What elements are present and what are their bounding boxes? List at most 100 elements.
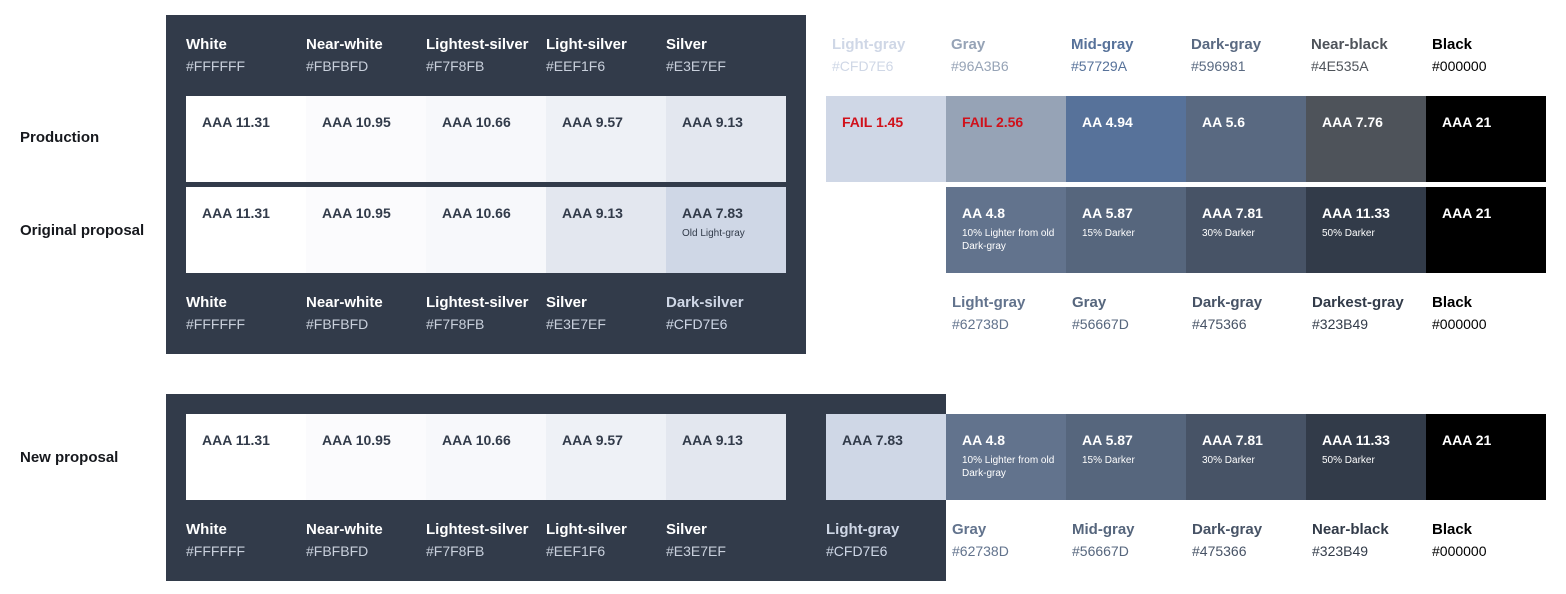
new-label-hex: #EEF1F6 (546, 543, 606, 559)
swatch-note: 15% Darker (1082, 455, 1135, 466)
production-label-hex: #EEF1F6 (546, 58, 606, 74)
new-label-hex: #62738D (952, 543, 1009, 559)
swatch-note: 30% Darker (1202, 228, 1255, 239)
new-label-hex: #000000 (1432, 543, 1487, 559)
new-label-name: White (186, 521, 227, 538)
new-label-name: Lightest-silver (426, 521, 529, 538)
new-swatch: AAA 7.81 30% Darker (1186, 414, 1306, 500)
production-label-name: Light-silver (546, 36, 627, 53)
swatch-note: Old Light-gray (682, 228, 745, 239)
production-label-hex: #000000 (1432, 58, 1487, 74)
production-label-name: Black (1432, 36, 1473, 53)
original-swatch: AAA 21 (1426, 187, 1546, 273)
original-label-hex: #FBFBFD (306, 316, 369, 332)
contrast-score: AAA 10.66 (442, 205, 511, 221)
production-swatch: AAA 21 (1426, 96, 1546, 182)
original-swatch: AAA 7.81 30% Darker (1186, 187, 1306, 273)
production-label-name: Mid-gray (1071, 36, 1134, 53)
new-swatch: AAA 11.33 50% Darker (1306, 414, 1426, 500)
new-swatch: AAA 9.13 (666, 414, 786, 500)
production-swatch: AAA 9.57 (546, 96, 666, 182)
contrast-score: AAA 21 (1442, 205, 1492, 221)
new-label-hex: #E3E7EF (666, 543, 726, 559)
production-swatch: AAA 10.66 (426, 96, 546, 182)
production-label-hex: #96A3B6 (951, 58, 1009, 74)
new-label-hex: #56667D (1072, 543, 1129, 559)
contrast-score: AAA 21 (1442, 432, 1492, 448)
original-label-name: Lightest-silver (426, 294, 529, 311)
original-label-name: Near-white (306, 294, 383, 311)
production-label-hex: #F7F8FB (426, 58, 485, 74)
contrast-score: AAA 10.66 (442, 114, 511, 130)
new-label-name: Light-gray (826, 521, 900, 538)
contrast-score: AAA 7.81 (1202, 432, 1263, 448)
production-swatch: AA 4.94 (1066, 96, 1186, 182)
production-swatch: FAIL 2.56 (946, 96, 1066, 182)
new-label-name: Mid-gray (1072, 521, 1135, 538)
contrast-score: AAA 10.95 (322, 114, 391, 130)
new-swatch: AAA 21 (1426, 414, 1546, 500)
production-label-hex: #FFFFFF (186, 58, 246, 74)
contrast-score: AAA 9.57 (562, 432, 623, 448)
production-swatch: AAA 10.95 (306, 96, 426, 182)
contrast-score: AAA 10.95 (322, 205, 391, 221)
new-label-hex: #FBFBFD (306, 543, 369, 559)
contrast-score: FAIL 2.56 (962, 114, 1024, 130)
swatch-note: 10% Lighter from old Dark-gray (962, 455, 1055, 479)
new-label-hex: #F7F8FB (426, 543, 485, 559)
row-label-new-proposal: New proposal (20, 449, 119, 466)
production-label-hex: #57729A (1071, 58, 1128, 74)
original-swatch: AAA 11.31 (186, 187, 306, 273)
new-label-name: Black (1432, 521, 1473, 538)
new-swatch: AAA 9.57 (546, 414, 666, 500)
production-swatch: AAA 7.76 (1306, 96, 1426, 182)
original-label-name: Dark-silver (666, 294, 744, 311)
new-label-name: Dark-gray (1192, 521, 1263, 538)
new-label-name: Near-white (306, 521, 383, 538)
swatch-note: 30% Darker (1202, 455, 1255, 466)
original-swatch: AAA 11.33 50% Darker (1306, 187, 1426, 273)
new-label-name: Near-black (1312, 521, 1389, 538)
production-label-name: Lightest-silver (426, 36, 529, 53)
new-label-name: Light-silver (546, 521, 627, 538)
swatch-note: 50% Darker (1322, 228, 1375, 239)
production-label-name: Dark-gray (1191, 36, 1262, 53)
new-swatch: AAA 7.83 (826, 414, 946, 500)
row-label-production: Production (20, 129, 100, 146)
new-label-hex: #FFFFFF (186, 543, 246, 559)
production-label-name: Near-black (1311, 36, 1388, 53)
original-label-hex: #475366 (1192, 316, 1247, 332)
production-swatch: AA 5.6 (1186, 96, 1306, 182)
contrast-score: AA 5.87 (1082, 432, 1133, 448)
contrast-score: AA 4.8 (962, 205, 1006, 221)
original-label-name: Gray (1072, 294, 1107, 311)
original-swatch: AAA 10.66 (426, 187, 546, 273)
production-swatch: AAA 11.31 (186, 96, 306, 182)
contrast-score: AAA 11.31 (202, 432, 270, 448)
new-swatch: AAA 11.31 (186, 414, 306, 500)
contrast-score: AAA 7.83 (842, 432, 903, 448)
contrast-score: AA 4.8 (962, 432, 1006, 448)
original-label-hex: #FFFFFF (186, 316, 246, 332)
production-swatch: FAIL 1.45 (826, 96, 946, 182)
production-swatch: AAA 9.13 (666, 96, 786, 182)
contrast-score: AAA 7.83 (682, 205, 743, 221)
original-label-name: Light-gray (952, 294, 1026, 311)
new-label-hex: #323B49 (1312, 543, 1369, 559)
original-swatch: AA 4.8 10% Lighter from old Dark-gray (946, 187, 1066, 273)
original-label-hex: #62738D (952, 316, 1009, 332)
contrast-score: AAA 11.31 (202, 205, 270, 221)
production-label-hex: #FBFBFD (306, 58, 369, 74)
contrast-score: AAA 9.13 (682, 114, 743, 130)
production-label-hex: #4E535A (1311, 58, 1369, 74)
original-label-hex: #E3E7EF (546, 316, 606, 332)
production-label-name: Near-white (306, 36, 383, 53)
contrast-score: AA 5.87 (1082, 205, 1133, 221)
original-label-hex: #323B49 (1312, 316, 1369, 332)
contrast-score: AAA 11.33 (1322, 205, 1390, 221)
contrast-score: AA 5.6 (1202, 114, 1246, 130)
swatch-note: 15% Darker (1082, 228, 1135, 239)
original-swatch: AAA 7.83 Old Light-gray (666, 187, 786, 273)
original-label-hex: #F7F8FB (426, 316, 485, 332)
new-swatch: AA 5.87 15% Darker (1066, 414, 1186, 500)
